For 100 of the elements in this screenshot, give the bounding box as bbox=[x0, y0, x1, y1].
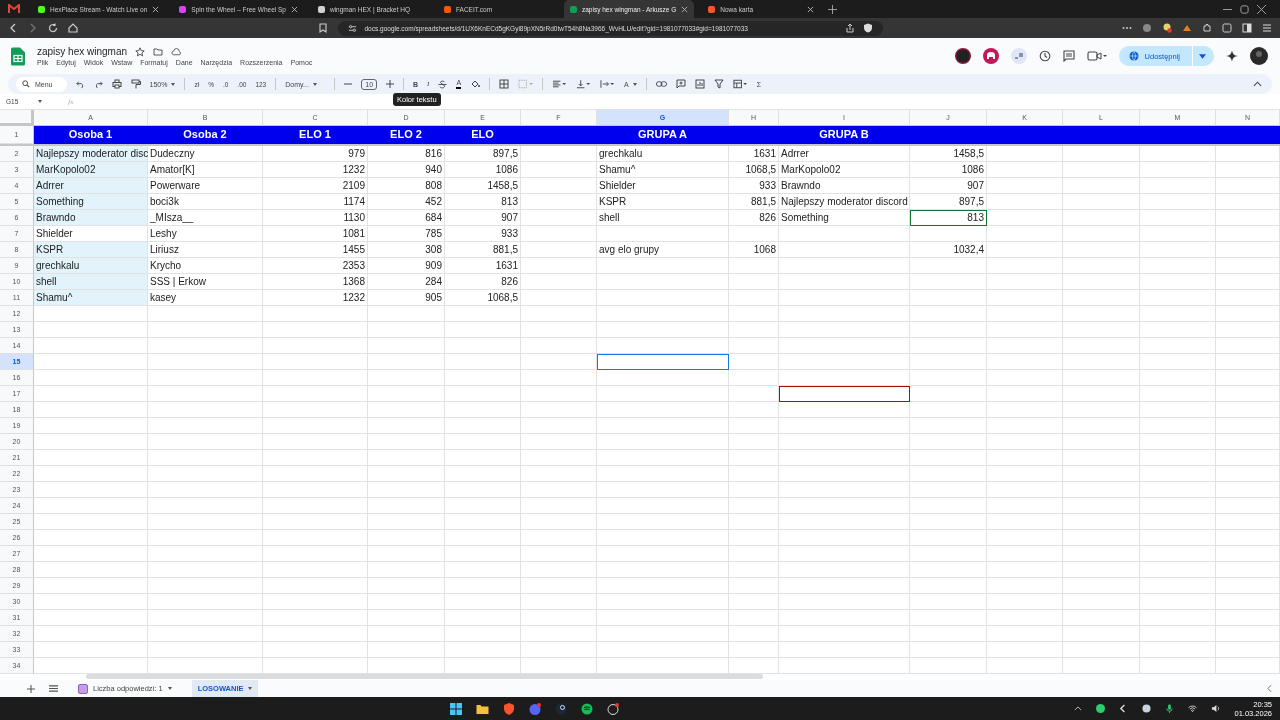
table-cell[interactable]: 909 bbox=[368, 258, 445, 274]
avatar-icon[interactable] bbox=[954, 48, 971, 64]
table-cell[interactable]: 1032,4 bbox=[910, 242, 987, 258]
filter-icon[interactable] bbox=[713, 79, 724, 89]
align-icon[interactable] bbox=[552, 79, 568, 89]
all-sheets-icon[interactable] bbox=[49, 684, 58, 693]
cloud-icon[interactable] bbox=[171, 46, 183, 57]
table-cell[interactable]: 826 bbox=[445, 274, 521, 290]
shield-icon[interactable] bbox=[862, 23, 873, 33]
volume-icon[interactable] bbox=[1211, 704, 1221, 713]
puzzle-icon[interactable] bbox=[1202, 23, 1212, 33]
comment-icon[interactable] bbox=[675, 79, 686, 89]
extension-icon[interactable] bbox=[1222, 23, 1232, 33]
table-cell[interactable]: 308 bbox=[368, 242, 445, 258]
table-cell[interactable]: avg elo grupy bbox=[597, 242, 729, 258]
document-title[interactable]: zapisy hex wingman bbox=[37, 46, 128, 57]
table-cell[interactable]: Something bbox=[34, 194, 148, 210]
chat-app-icon[interactable] bbox=[528, 702, 541, 715]
table-cell[interactable]: Powerware bbox=[148, 178, 263, 194]
table-cell[interactable]: ELO 1 bbox=[263, 126, 368, 144]
table-cell[interactable]: 684 bbox=[368, 210, 445, 226]
menu-icon[interactable] bbox=[1262, 23, 1272, 33]
chat-avatar-icon[interactable] bbox=[1010, 48, 1027, 64]
vertical-align-icon[interactable] bbox=[576, 79, 592, 89]
table-cell[interactable]: shell bbox=[34, 274, 148, 290]
comment-icon[interactable] bbox=[1062, 50, 1075, 62]
caret-icon[interactable] bbox=[248, 687, 253, 690]
table-cell[interactable]: boci3k bbox=[148, 194, 263, 210]
table-cell[interactable]: 1631 bbox=[445, 258, 521, 274]
add-sheet-icon[interactable] bbox=[27, 684, 35, 693]
chevron-up-icon[interactable] bbox=[1074, 706, 1083, 711]
table-cell[interactable]: Shamu^ bbox=[34, 290, 148, 306]
table-cell[interactable]: 2353 bbox=[263, 258, 368, 274]
table-cell[interactable]: grechkalu bbox=[34, 258, 148, 274]
select-all-corner[interactable] bbox=[0, 110, 34, 126]
table-cell[interactable]: Najlepszy moderator disc bbox=[34, 146, 148, 162]
table-cell[interactable]: GRUPA B bbox=[779, 126, 910, 144]
shield-app-icon[interactable] bbox=[502, 702, 515, 715]
table-cell[interactable]: 940 bbox=[368, 162, 445, 178]
plus-icon[interactable] bbox=[386, 80, 395, 88]
table-cell[interactable]: Najlepszy moderator discord bbox=[779, 194, 910, 210]
caret-icon[interactable] bbox=[167, 687, 172, 690]
home-icon[interactable] bbox=[68, 23, 78, 33]
new-tab-icon[interactable] bbox=[828, 4, 838, 14]
table-cell[interactable]: 284 bbox=[368, 274, 445, 290]
table-cell[interactable]: Amator[K] bbox=[148, 162, 263, 178]
reload-icon[interactable] bbox=[48, 23, 58, 33]
app-icon[interactable] bbox=[606, 702, 619, 715]
sidebar-icon[interactable] bbox=[1242, 23, 1252, 33]
cell-cursor[interactable] bbox=[779, 386, 910, 402]
table-cell[interactable]: 1068,5 bbox=[445, 290, 521, 306]
close-tab-icon[interactable] bbox=[681, 5, 689, 13]
table-cell[interactable]: 907 bbox=[910, 178, 987, 194]
link-icon[interactable] bbox=[655, 80, 667, 88]
table-cell[interactable]: 2109 bbox=[263, 178, 368, 194]
table-cell[interactable]: 1368 bbox=[263, 274, 368, 290]
table-cell[interactable]: 881,5 bbox=[445, 242, 521, 258]
restore-icon[interactable] bbox=[1240, 4, 1249, 14]
chart-icon[interactable] bbox=[694, 79, 705, 89]
table-cell[interactable]: Krycho bbox=[148, 258, 263, 274]
table-cell[interactable]: MarKopolo02 bbox=[34, 162, 148, 178]
table-cell[interactable]: Brawndo bbox=[34, 210, 148, 226]
extension-icon[interactable] bbox=[1142, 23, 1152, 33]
table-cell[interactable]: 813 bbox=[445, 194, 521, 210]
table-cell[interactable]: 1174 bbox=[263, 194, 368, 210]
table-cell[interactable]: KSPR bbox=[597, 194, 729, 210]
share-icon[interactable] bbox=[844, 23, 855, 33]
table-cell[interactable]: 907 bbox=[445, 210, 521, 226]
steam-icon[interactable] bbox=[554, 702, 567, 715]
cell-cursor[interactable] bbox=[597, 354, 729, 370]
table-cell[interactable]: 905 bbox=[368, 290, 445, 306]
close-tab-icon[interactable] bbox=[290, 5, 298, 13]
table-cell[interactable]: _MIsza__ bbox=[148, 210, 263, 226]
table-cell[interactable]: KSPR bbox=[34, 242, 148, 258]
table-cell[interactable]: SSS | Erkow bbox=[148, 274, 263, 290]
table-cell[interactable]: Shamu^ bbox=[597, 162, 729, 178]
table-cell[interactable]: Leshy bbox=[148, 226, 263, 242]
caret-icon[interactable] bbox=[1199, 53, 1206, 59]
table-cell[interactable]: 1458,5 bbox=[910, 146, 987, 162]
table-view-icon[interactable] bbox=[732, 79, 748, 89]
table-cell[interactable]: shell bbox=[597, 210, 729, 226]
table-cell[interactable]: 1130 bbox=[263, 210, 368, 226]
borders-icon[interactable] bbox=[499, 79, 510, 89]
video-call-icon[interactable] bbox=[1086, 50, 1107, 62]
table-cell[interactable]: Shielder bbox=[597, 178, 729, 194]
table-cell[interactable]: 1081 bbox=[263, 226, 368, 242]
table-cell[interactable]: 1232 bbox=[263, 162, 368, 178]
strikethrough-icon[interactable] bbox=[438, 79, 448, 89]
account-avatar-icon[interactable] bbox=[1250, 47, 1268, 65]
close-tab-icon[interactable] bbox=[807, 5, 815, 13]
status-dot-icon[interactable] bbox=[1096, 704, 1106, 713]
table-cell[interactable]: Something bbox=[779, 210, 910, 226]
close-icon[interactable] bbox=[1257, 4, 1266, 14]
site-settings-icon[interactable] bbox=[347, 23, 357, 33]
table-cell[interactable]: ELO bbox=[445, 126, 521, 144]
table-cell[interactable]: 816 bbox=[368, 146, 445, 162]
table-cell[interactable]: Osoba 2 bbox=[148, 126, 263, 144]
table-cell[interactable]: 979 bbox=[263, 146, 368, 162]
folder-icon[interactable] bbox=[475, 702, 489, 715]
back-icon[interactable] bbox=[8, 23, 18, 33]
